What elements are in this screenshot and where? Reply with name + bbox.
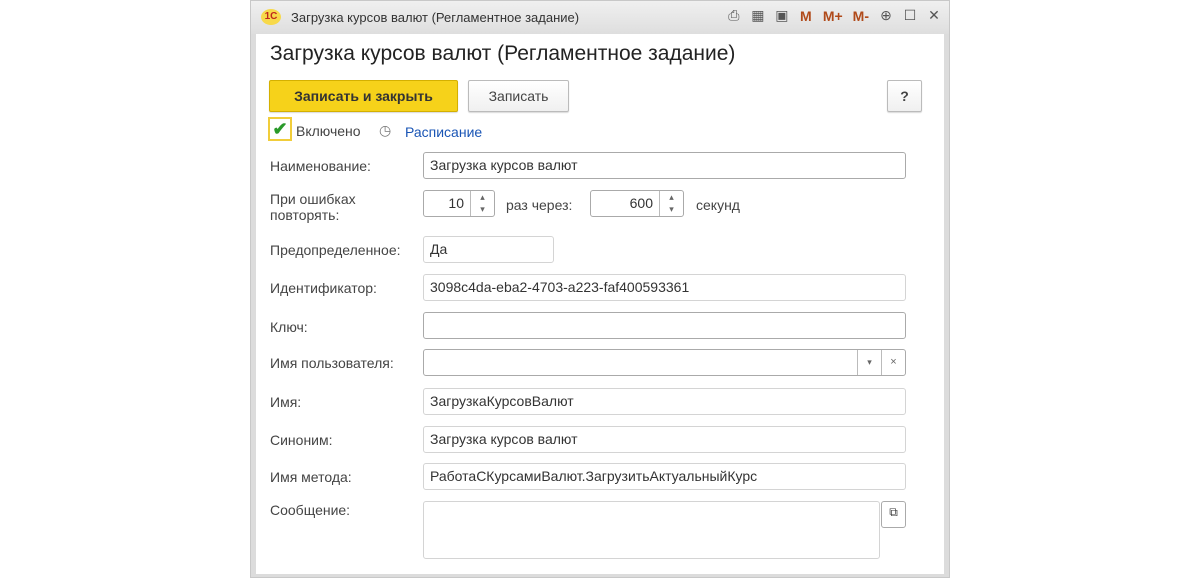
- name-label: Наименование:: [270, 158, 371, 174]
- enabled-checkbox[interactable]: ✔: [268, 117, 292, 141]
- enabled-label: Включено: [296, 123, 361, 139]
- retry-interval-stepper[interactable]: ▴ ▾: [659, 191, 683, 216]
- save-and-close-button[interactable]: Записать и закрыть: [269, 80, 458, 112]
- schedule-link[interactable]: Расписание: [405, 124, 482, 140]
- key-input[interactable]: [423, 312, 906, 339]
- retry-label: При ошибках повторять:: [270, 191, 356, 223]
- key-label: Ключ:: [270, 319, 308, 335]
- window-title: Загрузка курсов валют (Регламентное зада…: [291, 10, 580, 25]
- message-label: Сообщение:: [270, 502, 351, 518]
- calculator-icon[interactable]: ▦: [751, 7, 765, 24]
- message-field: [423, 501, 880, 559]
- zoom-icon[interactable]: ⊕: [879, 7, 893, 24]
- clock-icon: ◷: [379, 122, 392, 138]
- times-through-label: раз через:: [506, 197, 573, 213]
- page-title: Загрузка курсов валют (Регламентное зада…: [270, 42, 736, 65]
- retry-count-stepper[interactable]: ▴ ▾: [470, 191, 494, 216]
- retry-count-input[interactable]: 10 ▴ ▾: [423, 190, 495, 217]
- synonym-label: Синоним:: [270, 432, 333, 448]
- name-input[interactable]: Загрузка курсов валют: [423, 152, 906, 179]
- iname-label: Имя:: [270, 394, 302, 410]
- method-label: Имя метода:: [270, 469, 352, 485]
- close-icon[interactable]: ✕: [927, 7, 941, 24]
- id-label: Идентификатор:: [270, 280, 377, 296]
- save-button[interactable]: Записать: [468, 80, 569, 112]
- memory-minus-button[interactable]: M-: [853, 8, 869, 24]
- method-field: РаботаСКурсамиВалют.ЗагрузитьАктуальныйК…: [423, 463, 906, 490]
- calendar-icon[interactable]: ▣: [775, 7, 789, 24]
- id-field: 3098c4da-eba2-4703-a223-faf400593361: [423, 274, 906, 301]
- retry-interval-input[interactable]: 600 ▴ ▾: [590, 190, 684, 217]
- synonym-field: Загрузка курсов валют: [423, 426, 906, 453]
- user-input[interactable]: ▾ ×: [423, 349, 906, 376]
- user-dropdown-button[interactable]: ▾: [857, 350, 881, 375]
- help-button[interactable]: ?: [887, 80, 922, 112]
- seconds-label: секунд: [696, 197, 740, 213]
- window: 1С Загрузка курсов валют (Регламентное з…: [250, 0, 950, 578]
- user-clear-button[interactable]: ×: [881, 350, 905, 375]
- iname-field: ЗагрузкаКурсовВалют: [423, 388, 906, 415]
- title-bar: 1С Загрузка курсов валют (Регламентное з…: [251, 1, 949, 34]
- memory-plus-button[interactable]: M+: [823, 8, 843, 24]
- print-icon[interactable]: ⎙: [727, 7, 741, 24]
- maximize-icon[interactable]: ☐: [903, 7, 917, 24]
- user-label: Имя пользователя:: [270, 355, 394, 371]
- 1c-logo-icon: 1С: [261, 9, 281, 25]
- form-content: Загрузка курсов валют (Регламентное зада…: [256, 34, 944, 574]
- predefined-field: Да: [423, 236, 554, 263]
- predefined-label: Предопределенное:: [270, 242, 401, 258]
- open-message-icon[interactable]: ⧉: [881, 501, 906, 528]
- memory-button[interactable]: M: [799, 8, 813, 24]
